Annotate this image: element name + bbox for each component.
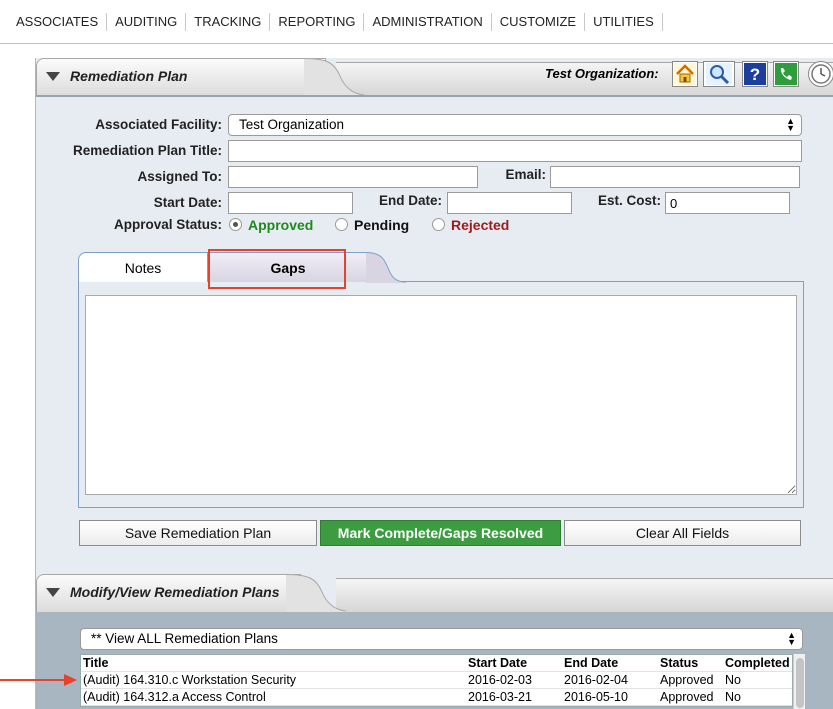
- facility-label: Associated Facility:: [95, 117, 222, 132]
- rejected-label: Rejected: [451, 217, 510, 233]
- assigned-to-input[interactable]: [228, 166, 478, 188]
- mark-complete-button[interactable]: Mark Complete/Gaps Resolved: [320, 520, 561, 546]
- rejected-radio[interactable]: [432, 218, 445, 231]
- search-icon[interactable]: [703, 61, 735, 87]
- table-header: Title Start Date End Date Status Complet…: [81, 655, 792, 672]
- plans-filter-value: ** View ALL Remediation Plans: [91, 631, 278, 646]
- nav-customize[interactable]: CUSTOMIZE: [492, 12, 586, 31]
- approved-radio[interactable]: [229, 218, 242, 231]
- nav-administration[interactable]: ADMINISTRATION: [364, 12, 492, 31]
- start-date-label: Start Date:: [153, 195, 222, 210]
- est-cost-label: Est. Cost:: [597, 193, 661, 208]
- approval-status-label: Approval Status:: [113, 217, 222, 232]
- panel-title: Remediation Plan: [70, 68, 188, 84]
- start-date-input[interactable]: [228, 192, 353, 214]
- tab-curve-2: [286, 574, 346, 612]
- clock-icon[interactable]: [808, 61, 833, 87]
- nav-associates[interactable]: ASSOCIATES: [8, 12, 108, 31]
- annotation-arrow-icon: [0, 674, 77, 686]
- home-icon[interactable]: [672, 61, 698, 87]
- approved-label: Approved: [248, 217, 314, 233]
- panel-header: Remediation Plan Test Organization: ?: [36, 58, 833, 97]
- nav-reporting[interactable]: REPORTING: [270, 12, 365, 31]
- col-status: Status: [660, 656, 699, 670]
- plan-title-input[interactable]: [228, 140, 802, 162]
- organization-label: Test Organization:: [545, 66, 659, 81]
- notes-gaps-tabs: Notes Gaps: [78, 252, 804, 508]
- est-cost-input[interactable]: [665, 192, 790, 214]
- svg-text:?: ?: [750, 65, 760, 84]
- clear-all-fields-button[interactable]: Clear All Fields: [564, 520, 801, 546]
- email-label: Email:: [505, 167, 546, 182]
- assigned-to-label: Assigned To:: [137, 169, 222, 184]
- col-title: Title: [83, 656, 109, 670]
- tab-notes[interactable]: Notes: [78, 252, 208, 282]
- end-date-input[interactable]: [447, 192, 572, 214]
- nav-utilities[interactable]: UTILITIES: [585, 12, 663, 31]
- col-completed: Completed: [725, 656, 790, 670]
- modify-panel-title: Modify/View Remediation Plans: [70, 584, 280, 600]
- plans-table: Title Start Date End Date Status Complet…: [80, 654, 793, 707]
- nav-auditing[interactable]: AUDITING: [107, 12, 187, 31]
- gaps-tab-highlight: [208, 249, 346, 289]
- email-input[interactable]: [550, 166, 800, 188]
- collapse-icon-2[interactable]: [46, 588, 60, 597]
- facility-select[interactable]: Test Organization ▲ ▼: [228, 114, 802, 136]
- tab-content: [78, 281, 804, 508]
- table-scrollbar[interactable]: [793, 654, 805, 709]
- col-end-date: End Date: [564, 656, 619, 670]
- tab-gaps-curve: [366, 252, 406, 283]
- pending-radio[interactable]: [335, 218, 348, 231]
- tab-curve: [304, 58, 364, 96]
- notes-textarea[interactable]: [85, 295, 797, 495]
- facility-value: Test Organization: [239, 117, 345, 132]
- plans-filter-select[interactable]: ** View ALL Remediation Plans ▲ ▼: [80, 628, 803, 650]
- nav-tracking[interactable]: TRACKING: [186, 12, 271, 31]
- col-start-date: Start Date: [468, 656, 528, 670]
- table-row[interactable]: (Audit) 164.310.c Workstation Security 2…: [81, 672, 792, 689]
- help-icon[interactable]: ?: [742, 61, 768, 87]
- phone-icon[interactable]: [773, 61, 799, 87]
- top-nav: ASSOCIATES AUDITING TRACKING REPORTING A…: [0, 0, 833, 44]
- end-date-label: End Date:: [378, 193, 442, 208]
- select-arrows-icon: ▲ ▼: [787, 630, 796, 647]
- collapse-icon[interactable]: [46, 72, 60, 81]
- scrollbar-thumb[interactable]: [796, 658, 804, 708]
- select-arrows-icon: ▲ ▼: [786, 116, 795, 133]
- table-row[interactable]: (Audit) 164.312.a Access Control 2016-03…: [81, 689, 792, 706]
- pending-label: Pending: [354, 217, 410, 233]
- save-remediation-plan-button[interactable]: Save Remediation Plan: [79, 520, 317, 546]
- plan-title-label: Remediation Plan Title:: [72, 143, 222, 158]
